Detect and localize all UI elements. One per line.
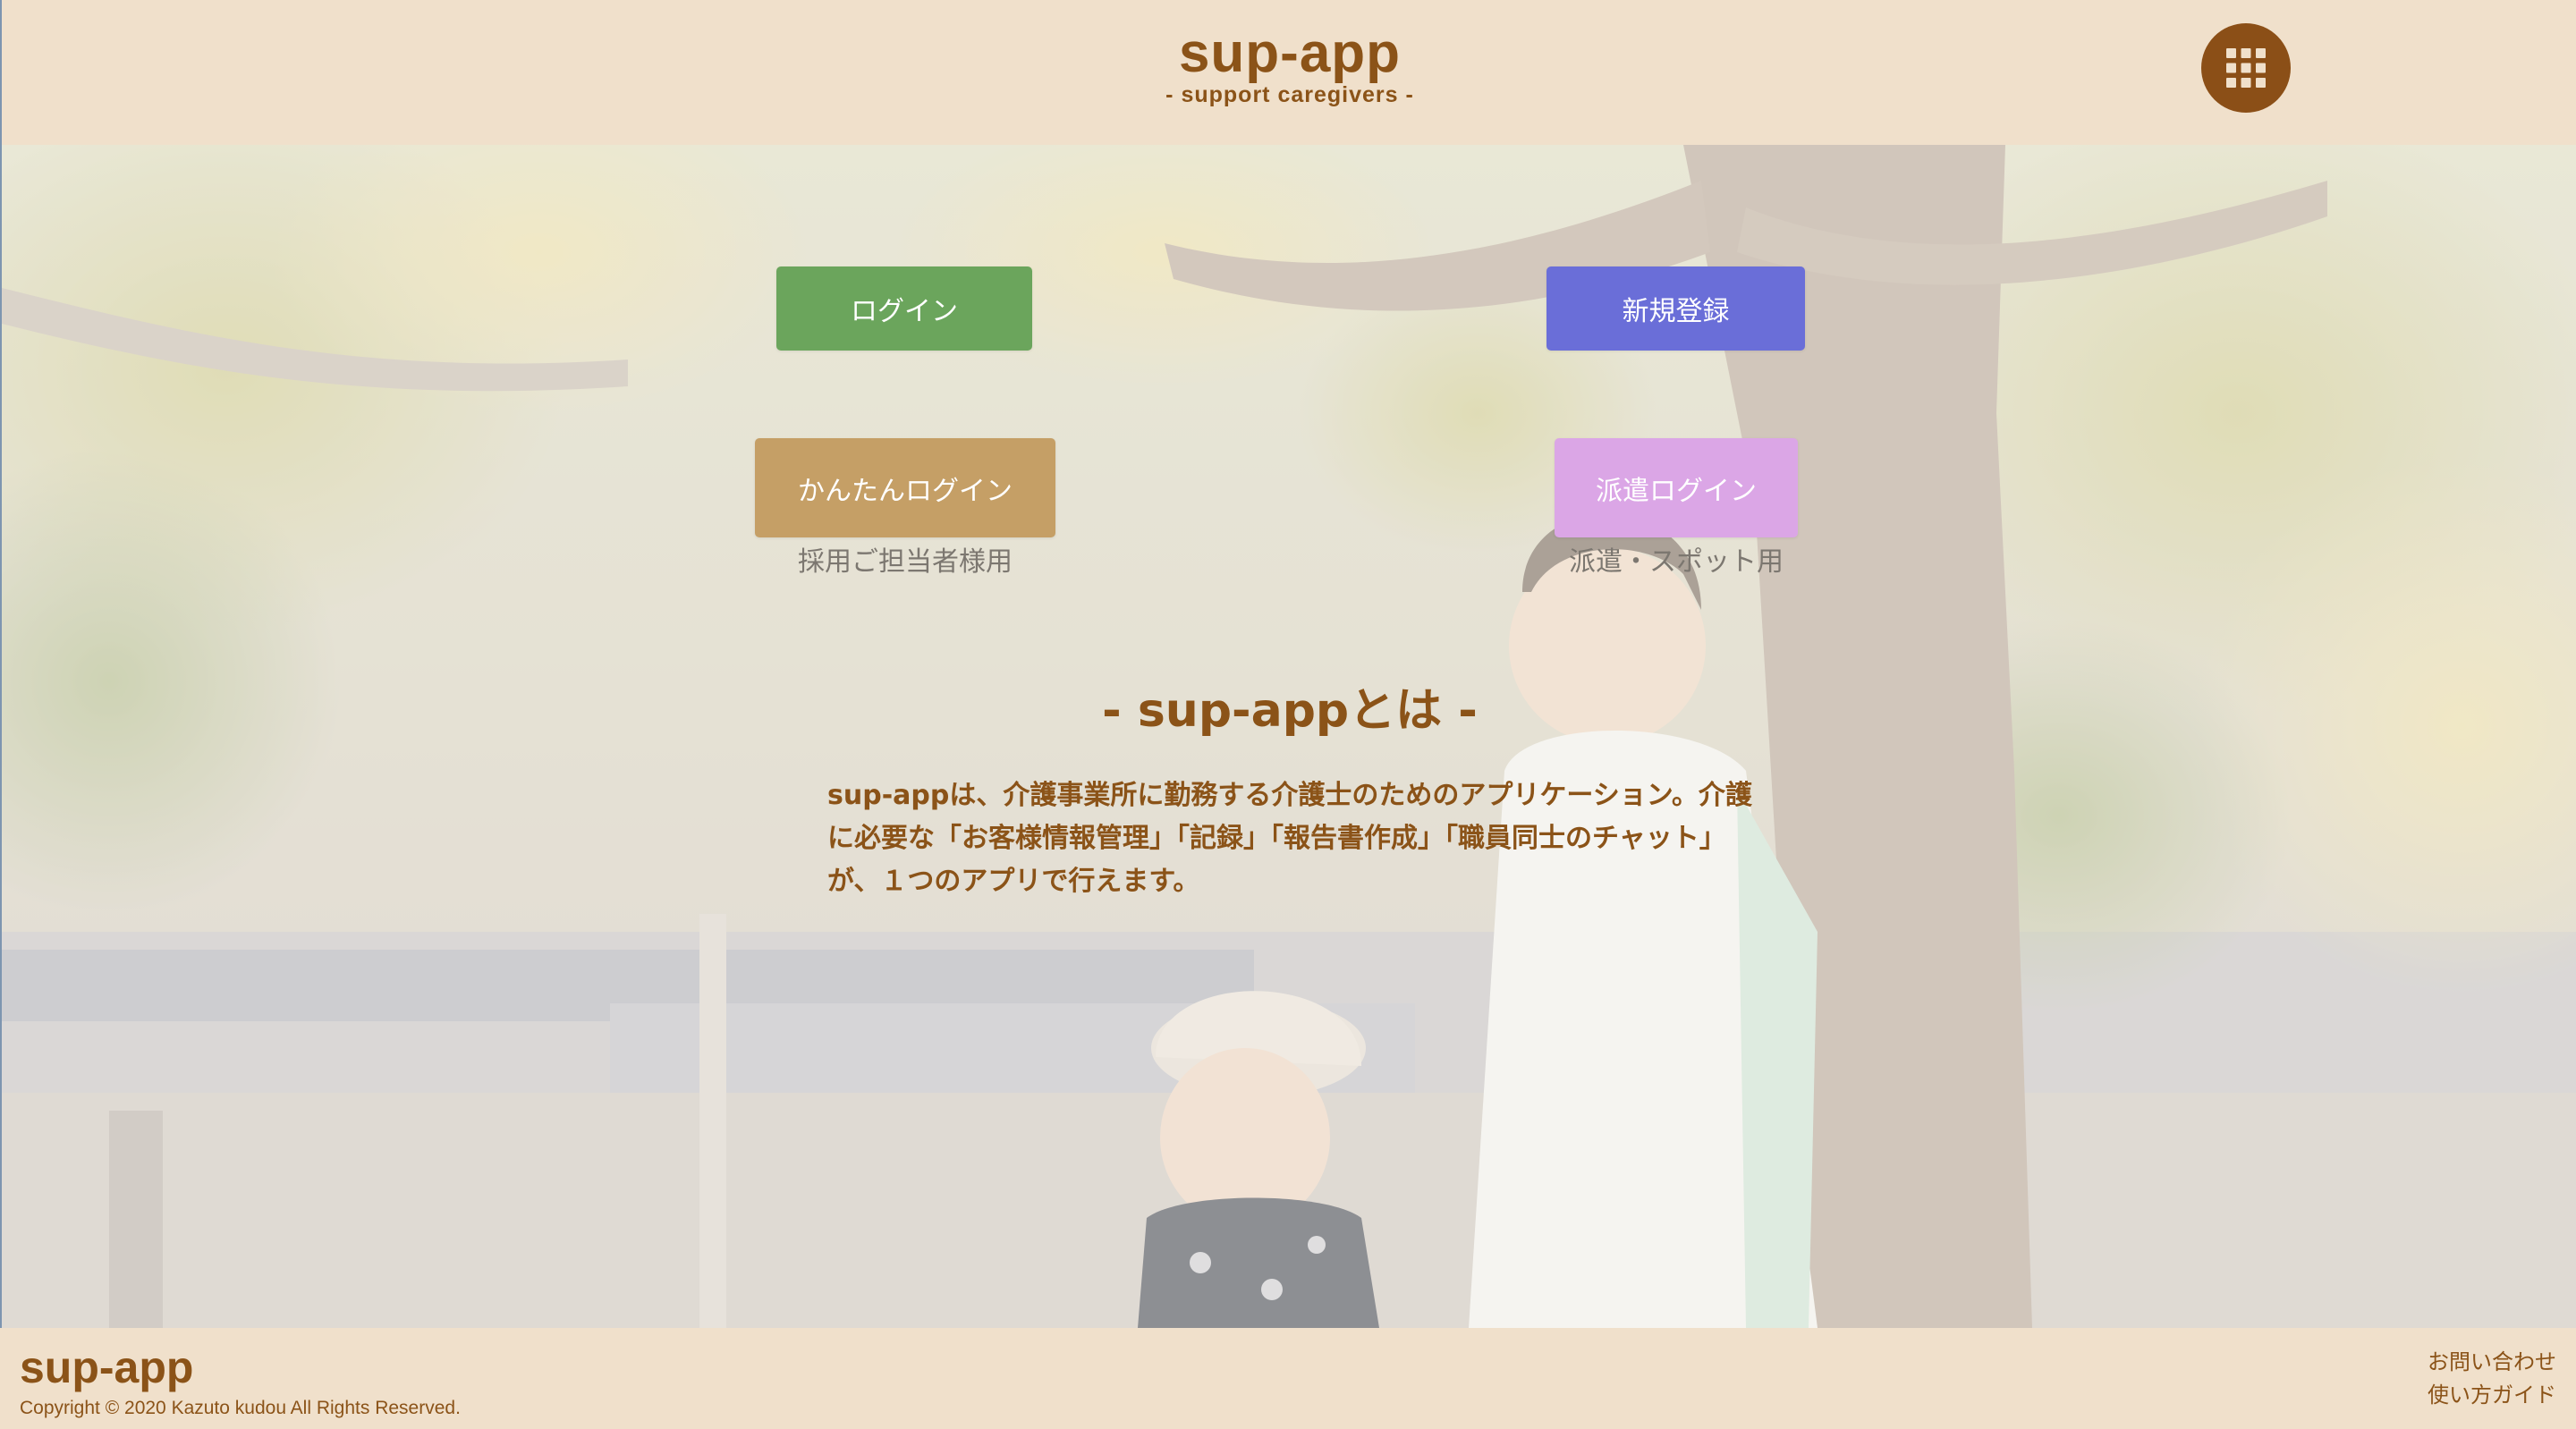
grid-icon (2226, 48, 2266, 88)
menu-button[interactable] (2201, 23, 2291, 113)
register-button[interactable]: 新規登録 (1546, 266, 1805, 351)
login-button[interactable]: ログイン (776, 266, 1032, 351)
dispatch-login-note: 派遣・スポット用 (1569, 546, 1784, 578)
about-title: - sup-appとは - (1102, 684, 1478, 738)
easy-login-button[interactable]: かんたんログイン (755, 438, 1055, 537)
footer-brand[interactable]: sup-app (20, 1342, 193, 1392)
easy-login-note: 採用ご担当者様用 (798, 546, 1013, 578)
footer-links: お問い合わせ 使い方ガイド (2428, 1346, 2556, 1412)
hero-section: ログイン 新規登録 かんたんログイン 派遣ログイン 採用ご担当者様用 派遣・スポ… (0, 145, 2576, 1328)
site-header: sup-app - support caregivers - (0, 0, 2576, 145)
about-text: sup-appは、介護事業所に勤務する介護士のためのアプリケーション。介護に必要… (827, 780, 1752, 897)
brand-title: sup-app (1178, 22, 1402, 84)
contact-link[interactable]: お問い合わせ (2428, 1346, 2556, 1379)
site-footer: sup-app Copyright © 2020 Kazuto kudou Al… (0, 1328, 2576, 1429)
brand-logo[interactable]: sup-app - support caregivers - (1165, 22, 1414, 108)
footer-copyright: Copyright © 2020 Kazuto kudou All Rights… (20, 1398, 461, 1418)
guide-link[interactable]: 使い方ガイド (2428, 1379, 2556, 1412)
dispatch-login-button[interactable]: 派遣ログイン (1555, 438, 1798, 537)
brand-subtitle: - support caregivers - (1165, 82, 1414, 107)
